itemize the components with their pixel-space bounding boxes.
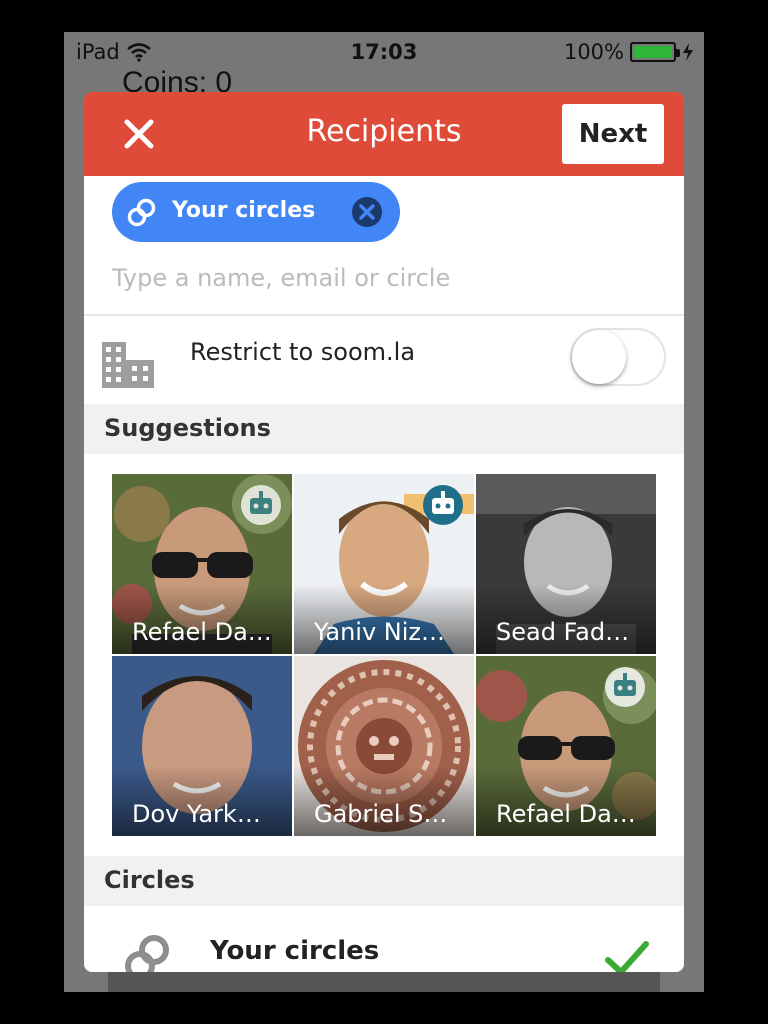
suggestions-grid: Refael Da… Yaniv Niz… Sead Fad… Dov Yark… (112, 474, 656, 836)
suggestion-name: Gabriel S… (314, 800, 448, 828)
recipient-chip[interactable]: Your circles (112, 182, 400, 242)
suggestion-name: Refael Da… (496, 800, 636, 828)
building-icon (102, 342, 154, 388)
suggestion-tile[interactable]: Sead Fad… (476, 474, 656, 654)
recipients-dialog: Recipients Next Your circles Type a name… (84, 92, 684, 972)
restrict-domain-row: Restrict to soom.la (84, 316, 684, 404)
robot-icon (241, 485, 281, 525)
circles-header: Circles (84, 856, 684, 906)
circle-list-item[interactable]: Your circles (84, 908, 684, 972)
suggestion-tile[interactable]: Dov Yark… (112, 656, 292, 836)
restrict-toggle[interactable] (570, 328, 666, 386)
dialog-header: Recipients Next (84, 92, 684, 176)
battery-icon (630, 42, 680, 62)
device-screen: iPad 17:03 100% Coins: 0 Recipients Next… (64, 32, 704, 992)
checkmark-icon (605, 941, 649, 972)
remove-chip-icon[interactable] (350, 195, 384, 229)
suggestion-name: Refael Da… (132, 618, 272, 646)
suggestion-tile[interactable]: Gabriel S… (294, 656, 474, 836)
status-right: 100% (564, 40, 694, 64)
suggestion-tile[interactable]: Refael Da… (476, 656, 656, 836)
chip-label: Your circles (172, 198, 316, 223)
circles-icon (125, 935, 169, 972)
recipient-search-input[interactable] (112, 258, 652, 298)
suggestion-name: Sead Fad… (496, 618, 630, 646)
suggestion-tile[interactable]: Refael Da… (112, 474, 292, 654)
battery-percent: 100% (563, 40, 624, 64)
circles-title: Circles (104, 866, 195, 894)
circles-icon (127, 198, 156, 227)
next-button[interactable]: Next (562, 104, 664, 164)
restrict-label: Restrict to soom.la (190, 338, 416, 366)
robot-icon (605, 667, 645, 707)
toggle-knob (572, 330, 626, 384)
suggestions-title: Suggestions (104, 414, 271, 442)
robot-icon (423, 485, 463, 525)
circle-name: Your circles (210, 936, 380, 966)
suggestion-name: Dov Yark… (132, 800, 261, 828)
suggestion-name: Yaniv Niz… (314, 618, 445, 646)
suggestion-tile[interactable]: Yaniv Niz… (294, 474, 474, 654)
charging-bolt-icon (683, 43, 693, 61)
suggestions-header: Suggestions (84, 404, 684, 454)
